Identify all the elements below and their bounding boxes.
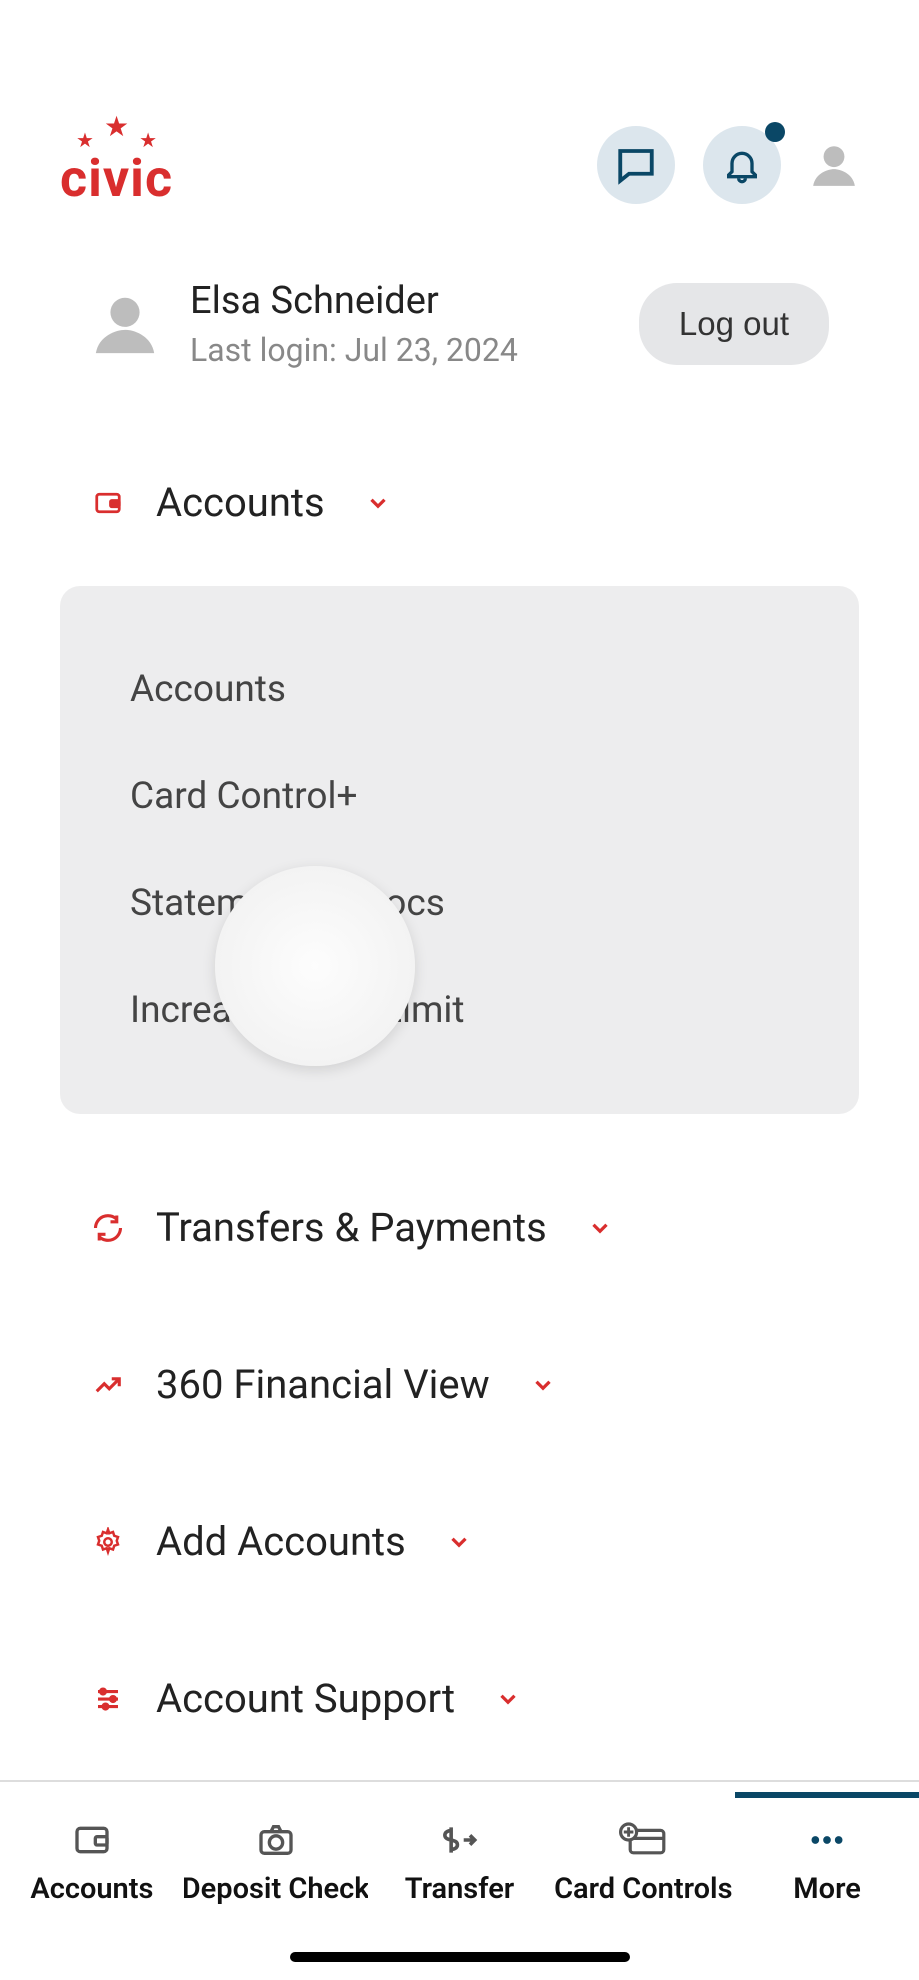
chevron-down-icon <box>587 1215 613 1241</box>
bell-icon <box>722 145 762 185</box>
app-header: ★ ★ ★ civic <box>0 100 919 249</box>
card-icon <box>619 1818 667 1862</box>
notification-dot-icon <box>765 122 785 142</box>
status-bar <box>0 0 919 100</box>
bottom-nav: Accounts Deposit Check Transfer <box>0 1780 919 1980</box>
menu-transfers[interactable]: Transfers & Payments <box>60 1184 859 1271</box>
avatar-icon <box>90 289 160 359</box>
accounts-submenu: Accounts Card Control+ Statements & Docs… <box>60 586 859 1114</box>
nav-card-label: Card Controls <box>554 1872 732 1906</box>
nav-transfer-label: Transfer <box>405 1872 514 1906</box>
chat-icon <box>615 144 657 186</box>
menu-financial-view[interactable]: 360 Financial View <box>60 1341 859 1428</box>
chevron-down-icon <box>365 490 391 516</box>
dollar-transfer-icon <box>437 1818 481 1862</box>
home-indicator[interactable] <box>290 1952 630 1962</box>
logo-text: civic <box>60 148 173 209</box>
nav-deposit-label: Deposit Check <box>184 1872 368 1906</box>
chevron-down-icon <box>446 1529 472 1555</box>
more-icon <box>807 1818 847 1862</box>
user-avatar <box>90 289 160 359</box>
chevron-down-icon <box>495 1686 521 1712</box>
menu-support-label: Account Support <box>156 1675 455 1722</box>
wallet-icon <box>90 488 126 518</box>
nav-more[interactable]: More <box>735 1792 919 1980</box>
submenu-credit-limit[interactable]: Increase credit Limit <box>130 957 789 1064</box>
nav-more-label: More <box>793 1872 861 1906</box>
menu-accounts[interactable]: Accounts <box>60 459 859 546</box>
wallet-icon <box>72 1818 112 1862</box>
notifications-button[interactable] <box>703 126 781 204</box>
menu-add-accounts-label: Add Accounts <box>156 1518 406 1565</box>
chevron-down-icon <box>530 1372 556 1398</box>
menu-support[interactable]: Account Support <box>60 1655 859 1742</box>
header-actions <box>597 126 859 204</box>
submenu-statements[interactable]: Statements & Docs <box>130 850 789 957</box>
menu-financial-label: 360 Financial View <box>156 1361 490 1408</box>
last-login: Last login: Jul 23, 2024 <box>190 331 609 369</box>
menu-add-accounts[interactable]: Add Accounts <box>60 1498 859 1585</box>
main-content: Elsa Schneider Last login: Jul 23, 2024 … <box>0 249 919 1862</box>
transfer-icon <box>90 1213 126 1243</box>
user-name: Elsa Schneider <box>190 279 609 323</box>
civic-logo[interactable]: ★ ★ ★ civic <box>60 120 173 209</box>
user-info-row: Elsa Schneider Last login: Jul 23, 2024 … <box>60 249 859 399</box>
sliders-icon <box>90 1684 126 1714</box>
menu-list: Accounts Accounts Card Control+ Statemen… <box>60 459 859 1862</box>
profile-button[interactable] <box>809 140 859 190</box>
chat-button[interactable] <box>597 126 675 204</box>
submenu-card-control[interactable]: Card Control+ <box>130 743 789 850</box>
submenu-accounts[interactable]: Accounts <box>130 636 789 743</box>
menu-accounts-label: Accounts <box>156 479 325 526</box>
user-info-text: Elsa Schneider Last login: Jul 23, 2024 <box>190 279 609 369</box>
logout-button[interactable]: Log out <box>639 283 829 365</box>
nav-accounts[interactable]: Accounts <box>0 1792 184 1980</box>
trend-icon <box>90 1370 126 1400</box>
camera-icon <box>256 1818 296 1862</box>
star-icon: ★ <box>104 110 129 152</box>
nav-accounts-label: Accounts <box>30 1872 153 1906</box>
avatar-icon <box>809 140 859 190</box>
gear-icon <box>90 1527 126 1557</box>
menu-transfers-label: Transfers & Payments <box>156 1204 547 1251</box>
